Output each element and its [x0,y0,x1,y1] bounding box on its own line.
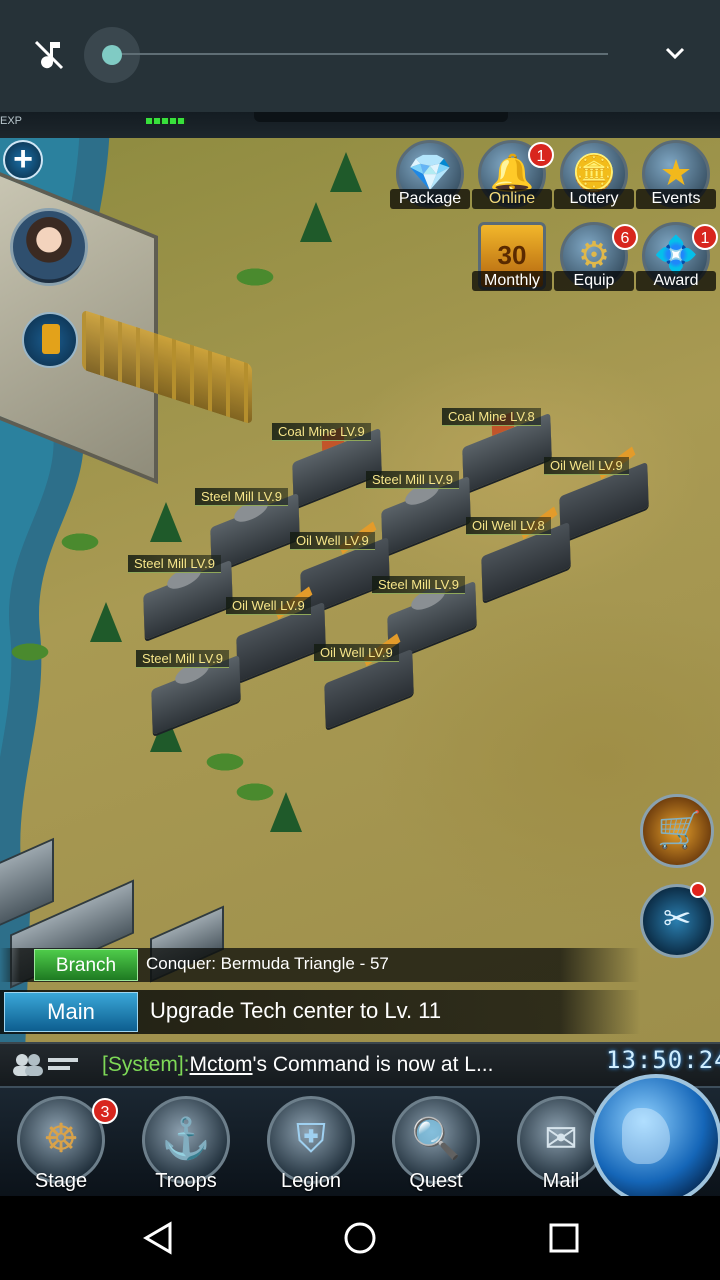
exp-strip: EXP [0,112,720,138]
building-label: Coal Mine LV.8 [442,408,541,426]
nav-quest[interactable]: 🔍 Quest [381,1092,491,1196]
tree [90,602,122,642]
equip-label: Equip [554,271,634,291]
chat-bar[interactable]: [System]:Mctom's Command is now at L... … [0,1042,720,1088]
exp-label: EXP [0,115,23,127]
equip-button[interactable]: ⚙ Equip 6 [554,222,638,302]
online-label: Online [472,189,552,209]
building-label: Steel Mill LV.9 [366,471,459,489]
back-icon[interactable] [140,1220,176,1256]
branch-tag: Branch [34,949,138,981]
system-navigation-bar [0,1196,720,1280]
tree [300,202,332,242]
chat-message: [System]:Mctom's Command is now at L... [102,1053,493,1077]
lottery-label: Lottery [554,189,634,209]
tree [150,502,182,542]
add-button[interactable]: + [3,140,43,180]
branch-quest-text: Conquer: Bermuda Triangle - 57 [146,954,389,973]
chevron-down-icon[interactable] [662,44,688,62]
events-button[interactable]: ★ Events [636,140,716,220]
recents-icon[interactable] [546,1220,582,1256]
lottery-button[interactable]: 🪙 Lottery [554,140,634,220]
building-label: Oil Well LV.9 [544,457,629,475]
nav-troops[interactable]: ⚓ Troops [131,1092,241,1196]
main-tag: Main [4,992,138,1032]
award-badge: 1 [692,224,718,250]
power-indicator [146,118,186,124]
equip-badge: 6 [612,224,638,250]
building-label: Steel Mill LV.9 [195,488,288,506]
events-label: Events [636,189,716,209]
building-label: Oil Well LV.9 [226,597,311,615]
package-button[interactable]: 💎 Package [390,140,470,220]
chat-channel: [System]: [102,1053,190,1076]
music-off-icon[interactable] [30,36,68,74]
building-label: Steel Mill LV.9 [128,555,221,573]
game-clock: 13:50:24 [606,1046,720,1074]
nav-stage[interactable]: ☸ Stage 3 [6,1092,118,1196]
stage-badge: 3 [92,1098,118,1124]
settings-notification-dot [690,882,706,898]
palm-tree [0,632,60,672]
chat-friends-icon[interactable] [12,1052,80,1078]
building-label: Oil Well LV.9 [290,532,375,550]
nav-stage-label: Stage [34,1170,88,1192]
online-button[interactable]: 🔔 Online 1 [472,140,554,220]
award-button[interactable]: 💠 Award 1 [636,222,718,302]
volume-slider[interactable] [112,53,608,55]
building-steel-mill[interactable]: Steel Mill LV.9 [372,576,492,662]
nav-legion-label: Legion [280,1170,342,1192]
building-label: Oil Well LV.9 [314,644,399,662]
building-oil-well[interactable]: Oil Well LV.9 [314,644,424,730]
main-quest-bar[interactable]: Main Upgrade Tech center to Lv. 11 [0,990,720,1034]
avatar[interactable] [10,208,88,286]
walkie-talkie-icon[interactable] [22,312,78,368]
building-label: Steel Mill LV.9 [372,576,465,594]
building-label: Steel Mill LV.9 [136,650,229,668]
volume-slider-thumb[interactable] [102,45,122,65]
building-steel-mill[interactable]: Steel Mill LV.9 [136,650,256,736]
nav-legion[interactable]: ⛨ Legion [256,1092,366,1196]
notification-bar [0,0,720,112]
home-icon[interactable] [342,1220,378,1256]
monthly-label: Monthly [472,271,552,291]
chat-username[interactable]: Mctom [190,1053,253,1076]
main-quest-text: Upgrade Tech center to Lv. 11 [150,998,442,1023]
monthly-button[interactable]: 30 Monthly [472,222,552,302]
palm-tree [50,522,110,562]
tree [330,152,362,192]
package-label: Package [390,189,470,209]
palm-tree [225,257,285,297]
chat-body: 's Command is now at L... [252,1053,494,1076]
building-label: Coal Mine LV.9 [272,423,371,441]
palm-tree [225,772,285,812]
shop-cart-button[interactable] [640,794,714,868]
nav-troops-label: Troops [155,1170,217,1192]
nav-quest-label: Quest [409,1170,463,1192]
exp-bar [254,112,508,122]
award-label: Award [636,271,716,291]
world-map-globe-button[interactable] [590,1074,720,1196]
branch-quest-bar[interactable]: Branch Conquer: Bermuda Triangle - 57 [0,948,720,982]
online-badge: 1 [528,142,554,168]
building-label: Oil Well LV.8 [466,517,551,535]
game-map[interactable]: Coal Mine LV.9 Coal Mine LV.8 Oil Well L… [0,112,720,1196]
